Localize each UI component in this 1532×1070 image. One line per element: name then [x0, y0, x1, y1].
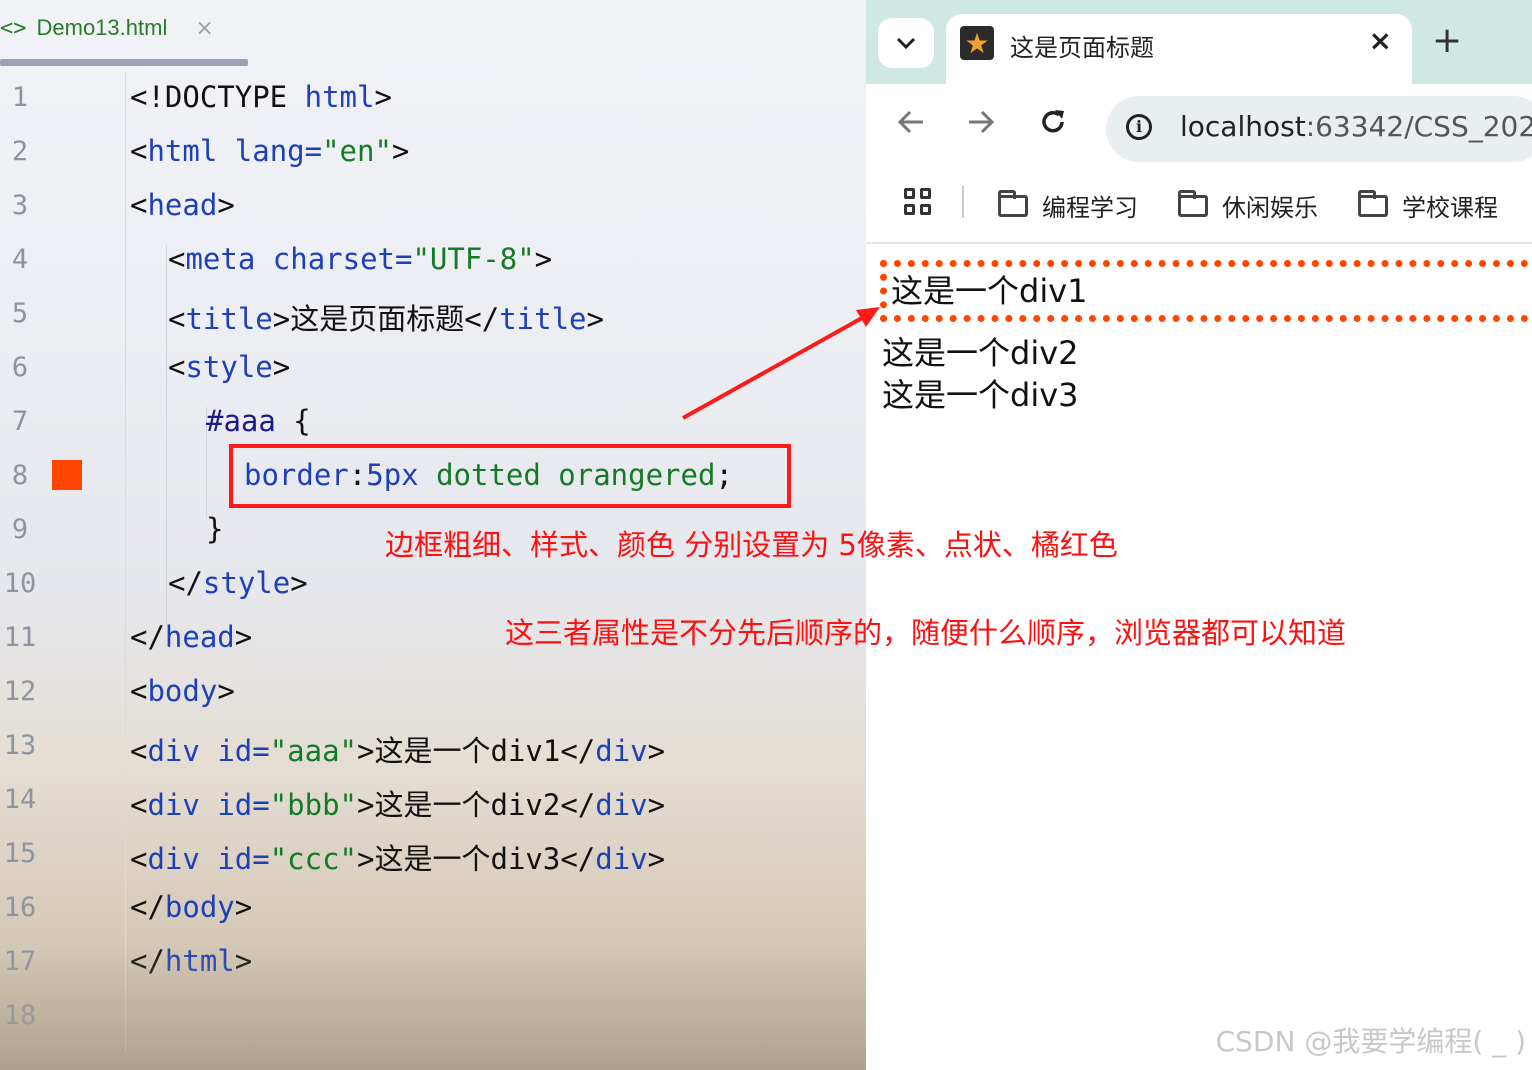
line-number: 1: [11, 82, 29, 113]
file-tab-label: Demo13.html: [36, 15, 168, 40]
reload-icon[interactable]: [1038, 106, 1068, 146]
code-line-4[interactable]: <meta charset="UTF-8">: [168, 242, 552, 276]
line-number: 13: [3, 730, 37, 761]
line-number: 9: [11, 514, 29, 545]
div-bbb: 这是一个div2: [882, 334, 1079, 372]
code-line-11[interactable]: </head>: [130, 620, 252, 654]
highlight-border-rule: [229, 444, 791, 508]
line-number: 3: [11, 190, 29, 221]
browser-tabstrip: ★ 这是页面标题 × +: [866, 0, 1532, 84]
line-number: 11: [3, 622, 37, 653]
line-number: 16: [3, 892, 37, 923]
chevron-down-icon: [896, 37, 916, 50]
code-line-2[interactable]: <html lang="en">: [130, 134, 409, 168]
file-tab-demo13[interactable]: <> Demo13.html ×: [0, 8, 214, 48]
active-tab-indicator: [0, 59, 248, 66]
star-favicon-icon: ★: [960, 26, 994, 60]
url-text[interactable]: localhost:63342/CSS_2024: [1180, 110, 1532, 143]
code-line-16[interactable]: </body>: [130, 890, 252, 924]
code-line-1[interactable]: <!DOCTYPE html>: [130, 80, 392, 114]
line-number: 5: [11, 298, 29, 329]
back-arrow-icon[interactable]: [896, 106, 926, 146]
browser-tab[interactable]: ★ 这是页面标题 ×: [946, 14, 1412, 84]
indent-guide: [166, 245, 167, 625]
editor-tabbar: <> Demo13.html ×: [0, 0, 866, 66]
line-number: 15: [3, 838, 37, 869]
code-line-5[interactable]: <title>这是页面标题</title>: [168, 296, 604, 338]
page-content: 这是一个div1 这是一个div2 这是一个div3: [866, 244, 1532, 1070]
close-icon[interactable]: ×: [1369, 24, 1392, 57]
line-number: 14: [3, 784, 37, 815]
browser-toolbar: i localhost:63342/CSS_2024: [866, 84, 1532, 174]
tab-search-button[interactable]: [878, 18, 934, 68]
annotation-note-1: 边框粗细、样式、颜色 分别设置为 5像素、点状、橘红色: [385, 528, 1118, 562]
line-number: 7: [11, 406, 29, 437]
bookmark-label: 休闲娱乐: [1222, 194, 1318, 222]
code-line-17[interactable]: </html>: [130, 944, 252, 978]
info-icon[interactable]: i: [1126, 114, 1152, 140]
bookmark-label: 学校课程: [1402, 194, 1498, 222]
bookmarks-bar: 编程学习 休闲娱乐 学校课程: [866, 174, 1532, 244]
bookmark-label: 编程学习: [1042, 194, 1138, 222]
code-line-12[interactable]: <body>: [130, 674, 235, 708]
line-number: 8: [11, 460, 29, 491]
line-number: 17: [3, 946, 37, 977]
watermark: CSDN @我要学编程( _ ): [1215, 1025, 1526, 1058]
apps-grid-icon[interactable]: [904, 188, 934, 218]
new-tab-button[interactable]: +: [1432, 20, 1462, 61]
folder-icon: [998, 189, 1028, 217]
bookmark-folder[interactable]: 学校课程: [1358, 188, 1498, 223]
div-aaa: 这是一个div1: [880, 260, 1532, 322]
line-number: 6: [11, 352, 29, 383]
gutter-divider: [125, 72, 126, 1052]
color-swatch-orangered[interactable]: [52, 460, 82, 490]
address-bar[interactable]: i localhost:63342/CSS_2024: [1106, 96, 1532, 162]
code-line-15[interactable]: <div id="ccc">这是一个div3</div>: [130, 836, 665, 878]
tab-title: 这是页面标题: [1010, 34, 1154, 62]
annotation-note-2: 这三者属性是不分先后顺序的，随便什么顺序，浏览器都可以知道: [505, 616, 1347, 650]
code-line-10[interactable]: </style>: [168, 566, 308, 600]
close-icon[interactable]: ×: [195, 16, 213, 41]
line-number: 18: [3, 1000, 37, 1031]
code-line-9[interactable]: }: [206, 512, 223, 546]
div-ccc: 这是一个div3: [882, 376, 1079, 414]
code-line-7[interactable]: #aaa {: [206, 404, 311, 438]
line-number: 4: [11, 244, 29, 275]
folder-icon: [1358, 189, 1388, 217]
line-number: 10: [3, 568, 37, 599]
bookmark-separator: [962, 186, 964, 218]
line-number: 2: [11, 136, 29, 167]
bookmark-folder[interactable]: 休闲娱乐: [1178, 188, 1318, 223]
code-line-6[interactable]: <style>: [168, 350, 290, 384]
html-file-icon: <>: [0, 15, 27, 41]
forward-arrow-icon[interactable]: [966, 106, 996, 146]
code-line-3[interactable]: <head>: [130, 188, 235, 222]
code-line-13[interactable]: <div id="aaa">这是一个div1</div>: [130, 728, 665, 770]
bookmark-folder[interactable]: 编程学习: [998, 188, 1138, 223]
folder-icon: [1178, 189, 1208, 217]
line-number: 12: [3, 676, 37, 707]
code-line-14[interactable]: <div id="bbb">这是一个div2</div>: [130, 782, 665, 824]
